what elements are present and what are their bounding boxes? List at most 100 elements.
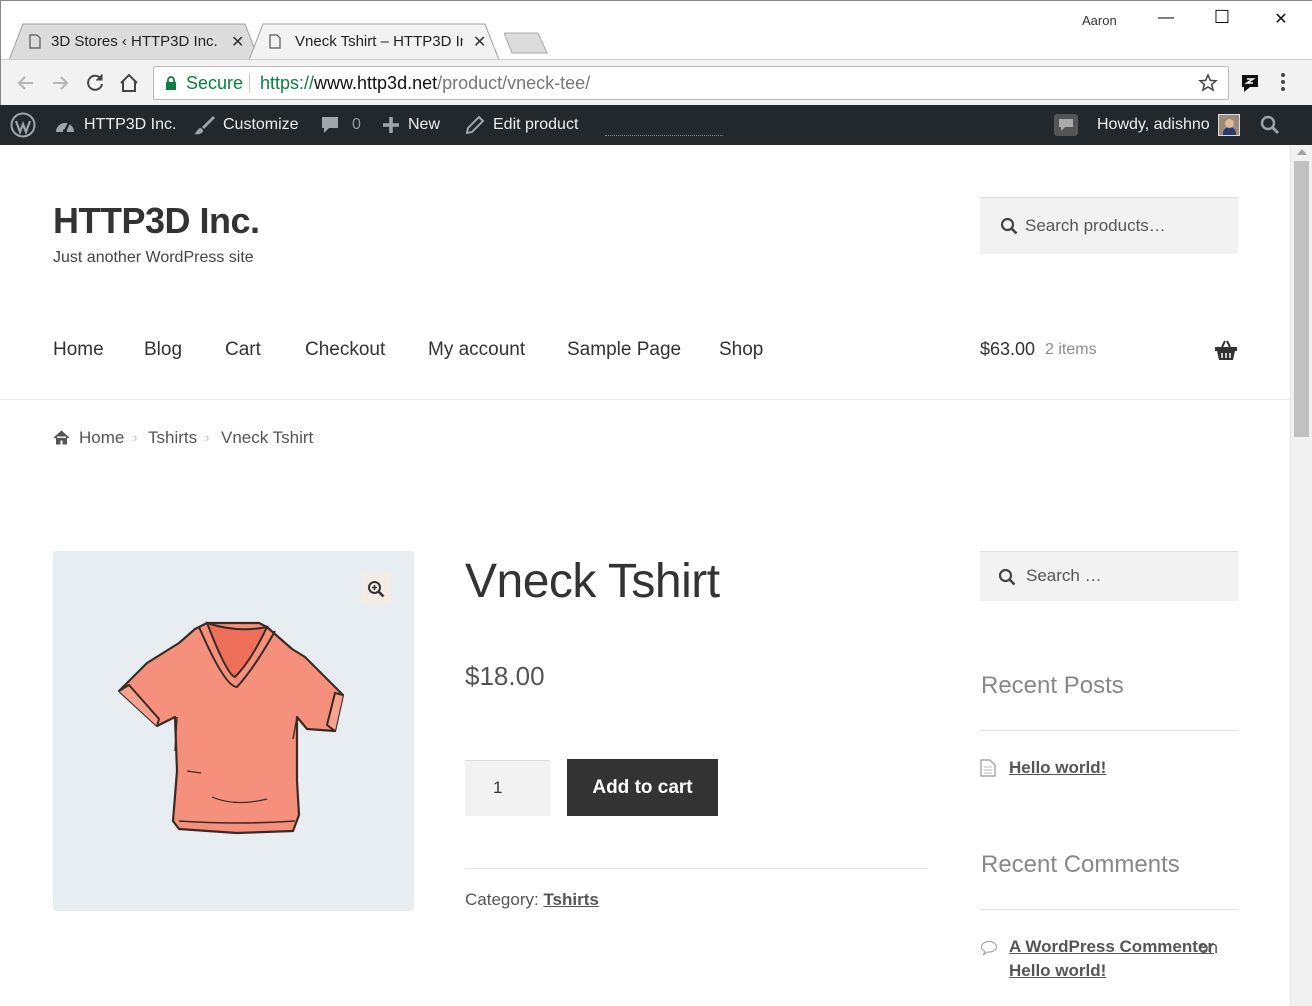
paintbrush-icon [194,116,215,135]
profile-name[interactable]: Aaron [1082,13,1117,28]
maximize-icon[interactable]: ☐ [1199,7,1245,29]
breadcrumb-separator-icon: › [133,430,138,445]
category-label: Category: [465,890,539,909]
site-description: Just another WordPress site [53,249,254,266]
reload-icon[interactable] [82,70,108,96]
search-icon [998,568,1016,586]
wp-admin-bar: HTTP3D Inc. Customize 0 New Edit product… [0,105,1312,145]
admin-edit-product[interactable]: Edit product [465,105,578,145]
lock-icon [166,76,176,90]
admin-site-name-label: HTTP3D Inc. [84,116,177,133]
sidebar-search-placeholder: Search … [1026,566,1102,585]
widget-divider [980,730,1238,731]
home-icon[interactable] [116,70,142,96]
admin-account[interactable]: Howdy, adishno [1097,105,1240,145]
add-to-cart-button[interactable]: Add to cart [567,759,718,816]
url-text: https://www.http3d.net/product/vneck-tee… [260,73,590,94]
notification-icon[interactable] [1053,105,1079,145]
breadcrumb-tshirts[interactable]: Tshirts [148,428,197,448]
minimize-icon[interactable]: — [1143,9,1189,31]
tab-3d-stores[interactable]: 3D Stores ‹ HTTP3D Inc. – ✕ [9,23,259,60]
admin-comments-count: 0 [352,116,361,133]
sidebar-search-input[interactable]: Search … [980,551,1238,601]
comment-author-link[interactable]: A WordPress Commenter [1009,937,1214,957]
howdy-label: Howdy, adishno [1097,116,1210,133]
quantity-input[interactable]: 1 [465,760,550,816]
url-path: /product/vneck-tee/ [437,73,591,93]
breadcrumb-current: Vneck Tshirt [221,428,314,447]
nav-item-blog[interactable]: Blog [144,339,182,361]
breadcrumb-separator-icon: › [205,430,210,445]
close-tab-icon[interactable]: ✕ [231,32,244,52]
header-divider [0,399,1290,400]
admin-new-label: New [408,116,441,133]
scrollbar-thumb[interactable] [1294,161,1309,437]
tab-vneck-tshirt[interactable]: Vneck Tshirt – HTTP3D Inc ✕ [249,23,499,60]
page-scrollbar[interactable] [1290,145,1312,1006]
nav-item-shop[interactable]: Shop [719,339,763,361]
comment-post-link[interactable]: Hello world! [1009,961,1106,981]
secure-label: Secure [186,73,244,93]
tshirt-image [117,621,345,835]
extension-icon[interactable] [1238,71,1262,95]
product-title: Vneck Tshirt [465,555,720,608]
bookmark-star-icon[interactable] [1198,73,1218,93]
url-scheme: https:// [260,73,315,93]
product-search-input[interactable]: Search products… [980,197,1238,254]
url-host: www.http3d.net [314,73,438,93]
category-link[interactable]: Tshirts [543,890,598,909]
nav-item-home[interactable]: Home [53,339,104,361]
comment-bubble-icon [322,117,338,133]
admin-comments[interactable]: 0 [320,105,361,145]
search-icon [1000,217,1018,235]
address-bar[interactable]: Secure https://www.http3d.net/product/vn… [153,66,1229,100]
wordpress-logo-icon[interactable] [10,105,36,145]
breadcrumb-home[interactable]: Home [79,428,124,448]
shopping-basket-icon[interactable] [1214,339,1238,361]
tab-strip: 3D Stores ‹ HTTP3D Inc. – ✕ Vneck Tshirt… [1,1,1312,60]
tab-title: Vneck Tshirt – HTTP3D Inc [295,33,463,50]
tab-title: 3D Stores ‹ HTTP3D Inc. – [51,33,221,50]
admin-new[interactable]: New [382,105,440,145]
product-image[interactable] [53,551,414,911]
admin-search-icon[interactable] [1260,105,1280,145]
notification-bubble-icon [1054,114,1078,136]
product-category: Category: Tshirts [465,890,599,910]
nav-item-sample-page[interactable]: Sample Page [567,339,681,361]
admin-bar-divider [605,135,723,136]
scroll-up-arrow-icon[interactable] [1297,149,1307,155]
comment-on-text: on [1199,938,1218,957]
window-close-icon[interactable]: ✕ [1258,9,1304,31]
wordpress-icon [10,112,36,138]
site-title[interactable]: HTTP3D Inc. [53,200,260,242]
nav-item-my-account[interactable]: My account [428,339,525,361]
browser-toolbar: Secure https://www.http3d.net/product/vn… [1,59,1312,106]
page-icon [29,34,41,49]
nav-item-cart[interactable]: Cart [225,339,261,361]
admin-customize[interactable]: Customize [193,105,299,145]
avatar [1217,114,1240,136]
dashboard-gauge-icon [56,122,74,133]
product-meta-divider [465,868,928,869]
product-price: $18.00 [465,661,545,691]
browser-window: 3D Stores ‹ HTTP3D Inc. – ✕ Vneck Tshirt… [0,0,1312,106]
plus-icon [383,117,399,133]
home-icon [53,430,70,445]
zoom-button[interactable] [361,573,391,605]
quantity-value: 1 [493,778,503,797]
nav-item-checkout[interactable]: Checkout [305,339,385,361]
zoom-in-icon [368,581,385,598]
close-tab-icon[interactable]: ✕ [473,32,486,52]
header-cart-count[interactable]: 2 items [1045,341,1097,359]
recent-post-link[interactable]: Hello world! [1009,758,1106,778]
admin-site-name[interactable]: HTTP3D Inc. [54,105,176,145]
comment-icon [980,940,998,956]
back-arrow-icon[interactable] [13,70,39,96]
browser-menu-icon[interactable] [1280,72,1286,92]
page-icon [269,34,281,49]
omnibox-divider [249,73,250,93]
new-tab-button[interactable] [504,32,548,54]
header-cart-total[interactable]: $63.00 [980,339,1035,360]
widget-divider [980,909,1238,910]
forward-arrow-icon[interactable] [47,70,73,96]
